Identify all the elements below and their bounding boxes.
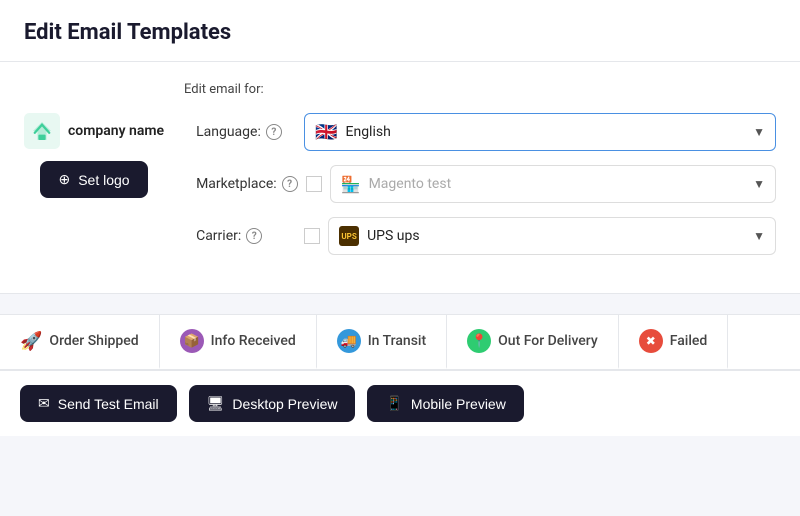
- tab-order-shipped-label: Order Shipped: [49, 333, 138, 349]
- language-chevron-icon: ▼: [753, 125, 765, 139]
- set-logo-button[interactable]: ⊕ Set logo: [40, 161, 147, 198]
- failed-icon: ✖: [639, 329, 663, 353]
- tabs-bar: 🚀 Order Shipped 📦 Info Received 🚚 In Tra…: [0, 315, 800, 370]
- tab-failed-label: Failed: [670, 333, 708, 349]
- mobile-preview-button[interactable]: 📱 Mobile Preview: [367, 385, 523, 422]
- desktop-icon: 🖥: [207, 395, 225, 412]
- carrier-value: UPS ups: [367, 228, 420, 244]
- in-transit-icon: 🚚: [337, 329, 361, 353]
- language-help-icon[interactable]: ?: [266, 124, 282, 140]
- marketplace-select[interactable]: 🏪 Magento test ▼: [330, 165, 776, 203]
- tabs-section: 🚀 Order Shipped 📦 Info Received 🚚 In Tra…: [0, 314, 800, 370]
- carrier-select[interactable]: UPS UPS ups ▼: [328, 217, 776, 255]
- page-title: Edit Email Templates: [24, 20, 776, 45]
- tab-in-transit-label: In Transit: [368, 333, 426, 349]
- marketplace-store-icon: 🏪: [341, 175, 361, 194]
- ups-icon: UPS: [339, 226, 359, 246]
- marketplace-help-icon[interactable]: ?: [282, 176, 298, 192]
- language-label: Language: ?: [196, 124, 296, 140]
- edit-email-label: Edit email for:: [184, 82, 776, 97]
- tab-out-for-delivery-label: Out For Delivery: [498, 333, 598, 349]
- info-received-icon: 📦: [180, 329, 204, 353]
- tab-failed[interactable]: ✖ Failed: [619, 315, 729, 369]
- marketplace-label: Marketplace: ?: [196, 176, 298, 192]
- bottom-bar: ✉ Send Test Email 🖥 Desktop Preview 📱 Mo…: [0, 370, 800, 436]
- carrier-help-icon[interactable]: ?: [246, 228, 262, 244]
- company-logo-icon: [24, 113, 60, 149]
- marketplace-checkbox[interactable]: [306, 176, 322, 192]
- company-logo-area: company name: [24, 113, 164, 149]
- send-test-email-button[interactable]: ✉ Send Test Email: [20, 385, 177, 422]
- marketplace-row: Marketplace: ? 🏪 Magento test ▼: [196, 165, 776, 203]
- company-name: company name: [68, 123, 164, 140]
- page-header: Edit Email Templates: [0, 0, 800, 62]
- out-for-delivery-icon: 📍: [467, 329, 491, 353]
- language-value: English: [346, 124, 391, 140]
- carrier-label: Carrier: ?: [196, 228, 296, 244]
- logo-section: company name ⊕ Set logo: [24, 113, 164, 198]
- language-control-wrapper: 🇬🇧 English ▼: [304, 113, 776, 151]
- desktop-preview-button[interactable]: 🖥 Desktop Preview: [189, 385, 356, 422]
- carrier-row: Carrier: ? UPS UPS ups ▼: [196, 217, 776, 255]
- carrier-checkbox[interactable]: [304, 228, 320, 244]
- order-shipped-icon: 🚀: [20, 331, 42, 352]
- main-content: Edit email for: company name ⊕ Set logo: [0, 62, 800, 294]
- tab-order-shipped[interactable]: 🚀 Order Shipped: [0, 315, 160, 369]
- content-row: company name ⊕ Set logo Language: ?: [24, 113, 776, 269]
- language-row: Language: ? 🇬🇧 English ▼: [196, 113, 776, 151]
- marketplace-chevron-icon: ▼: [753, 177, 765, 191]
- carrier-chevron-icon: ▼: [753, 229, 765, 243]
- marketplace-placeholder: Magento test: [369, 176, 452, 192]
- marketplace-control-wrapper: 🏪 Magento test ▼: [306, 165, 776, 203]
- tab-out-for-delivery[interactable]: 📍 Out For Delivery: [447, 315, 619, 369]
- tab-info-received-label: Info Received: [211, 333, 296, 349]
- language-flag: 🇬🇧: [315, 122, 337, 143]
- tab-info-received[interactable]: 📦 Info Received: [160, 315, 317, 369]
- language-select[interactable]: 🇬🇧 English ▼: [304, 113, 776, 151]
- carrier-control-wrapper: UPS UPS ups ▼: [304, 217, 776, 255]
- mobile-icon: 📱: [385, 395, 402, 412]
- set-logo-icon: ⊕: [58, 171, 70, 188]
- tab-in-transit[interactable]: 🚚 In Transit: [317, 315, 447, 369]
- send-icon: ✉: [38, 395, 50, 412]
- form-section: Language: ? 🇬🇧 English ▼: [196, 113, 776, 269]
